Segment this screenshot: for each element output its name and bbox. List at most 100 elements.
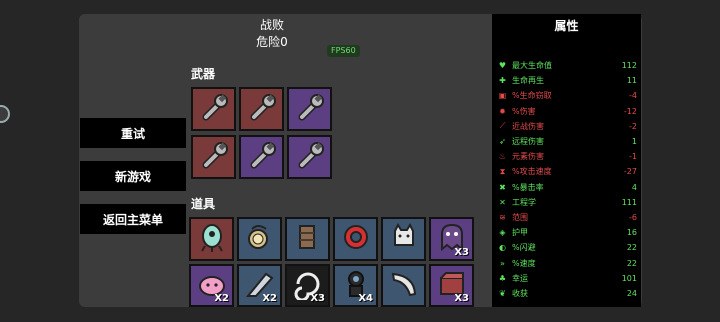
stat-name: 远程伤害	[512, 137, 544, 146]
item-slot[interactable]: X3	[429, 217, 474, 261]
item-slot[interactable]	[333, 217, 378, 261]
engineering-icon: ✕	[499, 197, 506, 207]
luck-icon: ♣	[498, 273, 507, 283]
stat-value: -4	[629, 91, 637, 101]
stat-row: ▣ %生命窃取 -4	[498, 88, 637, 103]
item-slot[interactable]	[381, 217, 426, 261]
scarf-icon	[292, 221, 324, 257]
ring-icon	[340, 221, 372, 257]
stat-value: 16	[626, 228, 637, 238]
main-menu-button[interactable]: 返回主菜单	[80, 204, 186, 234]
stat-value: 11	[626, 76, 637, 86]
weapon-slot[interactable]	[239, 87, 284, 131]
stat-name: 生命再生	[512, 76, 544, 86]
stat-name: %攻击速度	[512, 167, 552, 177]
harvest-icon: ❦	[499, 289, 506, 298]
heart-icon: ♥	[498, 61, 507, 70]
stat-value: 22	[626, 243, 637, 253]
damage-icon: ✹	[499, 106, 506, 116]
stat-name: 最大生命值	[512, 61, 552, 70]
item-count: X3	[454, 247, 469, 258]
wrench-icon	[246, 139, 278, 175]
weapon-slot[interactable]	[239, 135, 284, 179]
new-game-button[interactable]: 新游戏	[80, 161, 186, 191]
dodge-icon: ◐	[499, 243, 506, 253]
stat-value: 4	[631, 182, 637, 192]
stat-name: 工程学	[512, 197, 536, 207]
sword-icon: ⟋	[499, 121, 506, 131]
retry-button[interactable]: 重试	[80, 118, 186, 148]
stat-row: ♥ 最大生命值 112	[498, 58, 637, 73]
stat-value: -27	[623, 167, 637, 177]
range-icon: ≋	[499, 213, 506, 222]
stats-panel: 属性 ♥ 最大生命值 112 ✚ 生命再生 11 ▣ %生命窃取 -4 ✹ %伤害 -12 ⟋ 近战伤害 -…	[492, 14, 641, 307]
regen-icon: ✚	[499, 76, 506, 86]
weapon-slot[interactable]	[287, 135, 332, 179]
stat-row: ≋ 范围 -6	[498, 210, 637, 225]
fps-counter: FPS60	[327, 45, 360, 57]
stats-title: 属性	[554, 19, 579, 33]
item-slot[interactable]: X4	[333, 264, 378, 307]
stat-name: %伤害	[512, 106, 536, 116]
stat-row: ✕ 工程学 111	[498, 195, 637, 210]
stat-row: ❦ 收获 24	[498, 286, 637, 301]
speed-icon: »	[500, 258, 505, 268]
item-slot[interactable]: X2	[189, 264, 234, 307]
side-handle-icon[interactable]	[0, 105, 10, 123]
stat-name: 范围	[512, 213, 528, 222]
item-slot[interactable]: X3	[429, 264, 474, 307]
horn-icon	[388, 268, 420, 304]
stat-name: 收获	[512, 289, 528, 298]
stat-row: ✖ %暴击率 4	[498, 180, 637, 195]
item-slot[interactable]	[285, 217, 330, 261]
game-screen: 战败 危险0 FPS60 武器 道具 重试 新游戏 返回主菜单 X3 X2 X2 X3…	[0, 0, 720, 322]
weapon-slot[interactable]	[287, 87, 332, 131]
stat-row: ✚ 生命再生 11	[498, 73, 637, 88]
stat-name: 幸运	[512, 273, 528, 283]
stat-value: 1	[631, 137, 637, 146]
lifesteal-icon: ▣	[498, 91, 507, 101]
item-slot[interactable]	[189, 217, 234, 261]
item-count: X4	[358, 293, 373, 304]
alien-pod-icon	[196, 221, 228, 257]
wrench-icon	[198, 139, 230, 175]
stat-row: » %速度 22	[498, 256, 637, 271]
stat-row: ⟋ 近战伤害 -2	[498, 119, 637, 134]
stat-row: ♣ 幸运 101	[498, 271, 637, 286]
stat-value: 24	[626, 289, 637, 298]
stat-value: -1	[629, 152, 637, 162]
stat-name: 近战伤害	[512, 121, 544, 131]
stat-value: 101	[621, 273, 637, 283]
stat-value: -12	[623, 106, 637, 116]
wrench-icon	[198, 91, 230, 127]
stat-row: ✹ %伤害 -12	[498, 104, 637, 119]
stat-row: ◈ 护甲 16	[498, 225, 637, 240]
stat-row: ➶ 远程伤害 1	[498, 134, 637, 149]
wrench-icon	[294, 139, 326, 175]
item-slot[interactable]: X3	[285, 264, 330, 307]
stat-row: ⧗ %攻击速度 -27	[498, 164, 637, 179]
item-slot[interactable]	[237, 217, 282, 261]
bow-icon: ➶	[499, 137, 506, 146]
stat-row: ♨ 元素伤害 -1	[498, 149, 637, 164]
stat-name: 元素伤害	[512, 152, 544, 162]
items-heading: 道具	[191, 197, 216, 211]
cat-icon	[388, 221, 420, 257]
weapon-slot[interactable]	[191, 135, 236, 179]
stat-value: -2	[629, 121, 637, 131]
wrench-icon	[246, 91, 278, 127]
stat-value: 112	[621, 61, 637, 70]
item-slot[interactable]: X2	[237, 264, 282, 307]
stat-value: 111	[621, 197, 637, 207]
stat-value: -6	[629, 213, 637, 222]
flame-icon: ♨	[498, 152, 507, 162]
stat-name: %暴击率	[512, 182, 544, 192]
crit-icon: ✖	[499, 182, 506, 192]
weapons-heading: 武器	[191, 67, 216, 81]
stat-name: %闪避	[512, 243, 536, 253]
item-count: X3	[454, 293, 469, 304]
hourglass-icon: ⧗	[499, 166, 506, 176]
stat-row: ◐ %闪避 22	[498, 240, 637, 255]
weapon-slot[interactable]	[191, 87, 236, 131]
item-slot[interactable]	[381, 264, 426, 307]
